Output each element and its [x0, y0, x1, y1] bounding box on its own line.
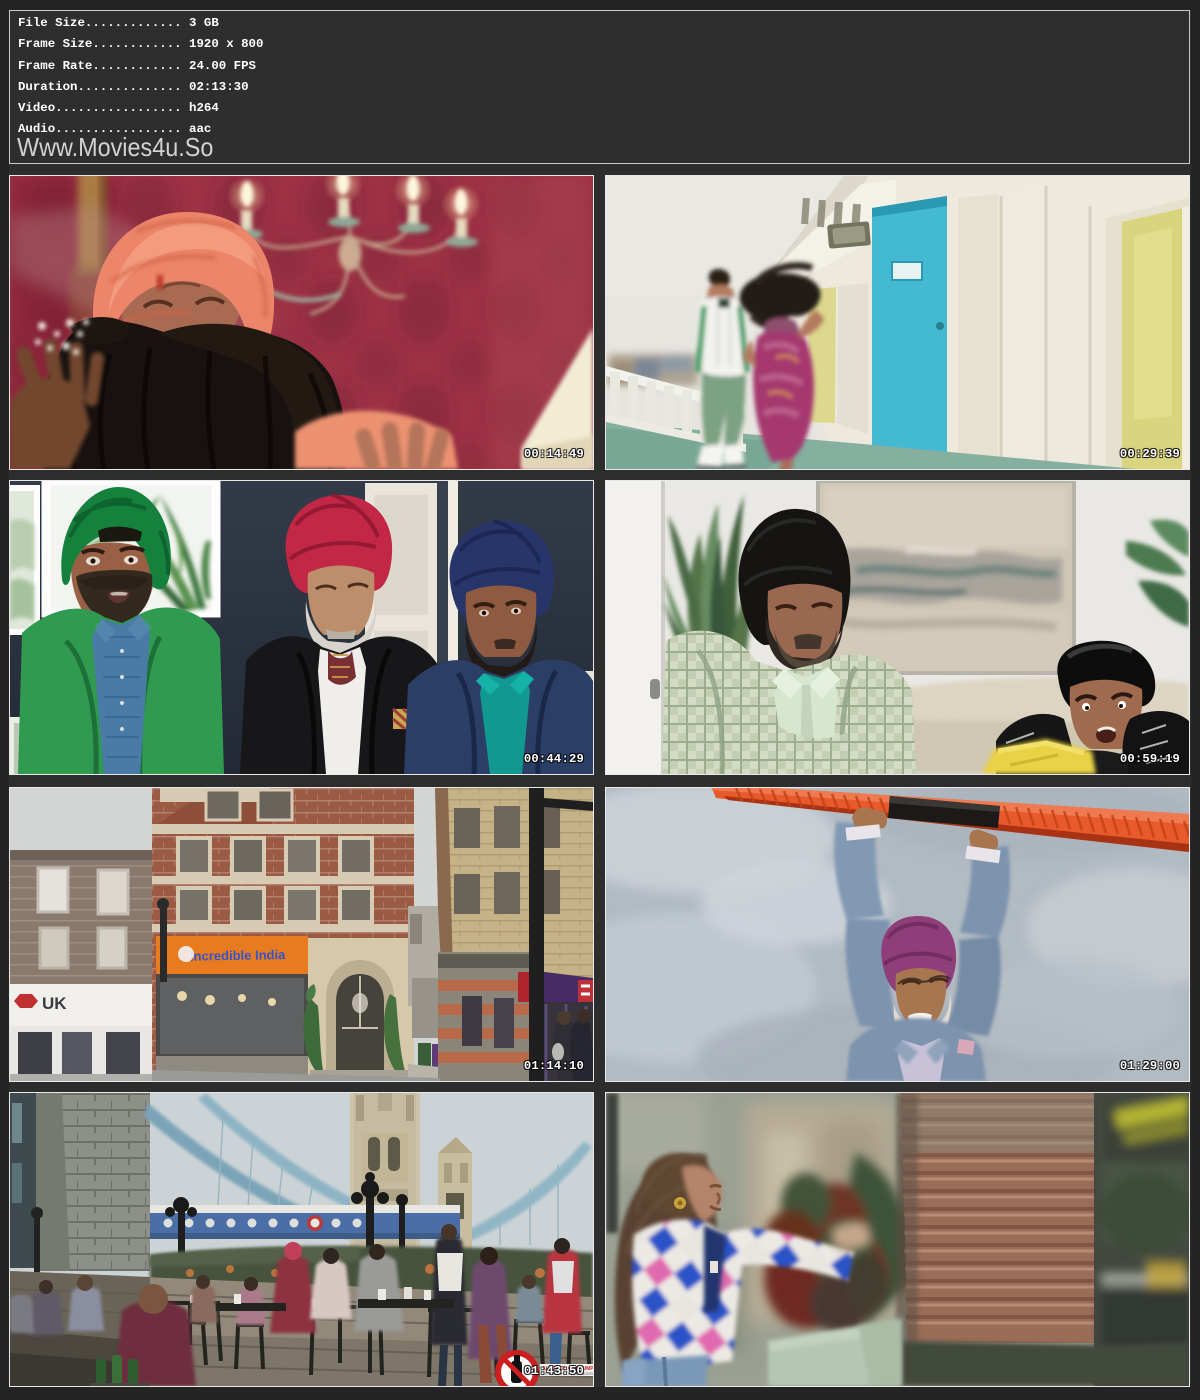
- svg-text:UK: UK: [42, 994, 67, 1013]
- svg-text:Incredible India: Incredible India: [190, 947, 286, 964]
